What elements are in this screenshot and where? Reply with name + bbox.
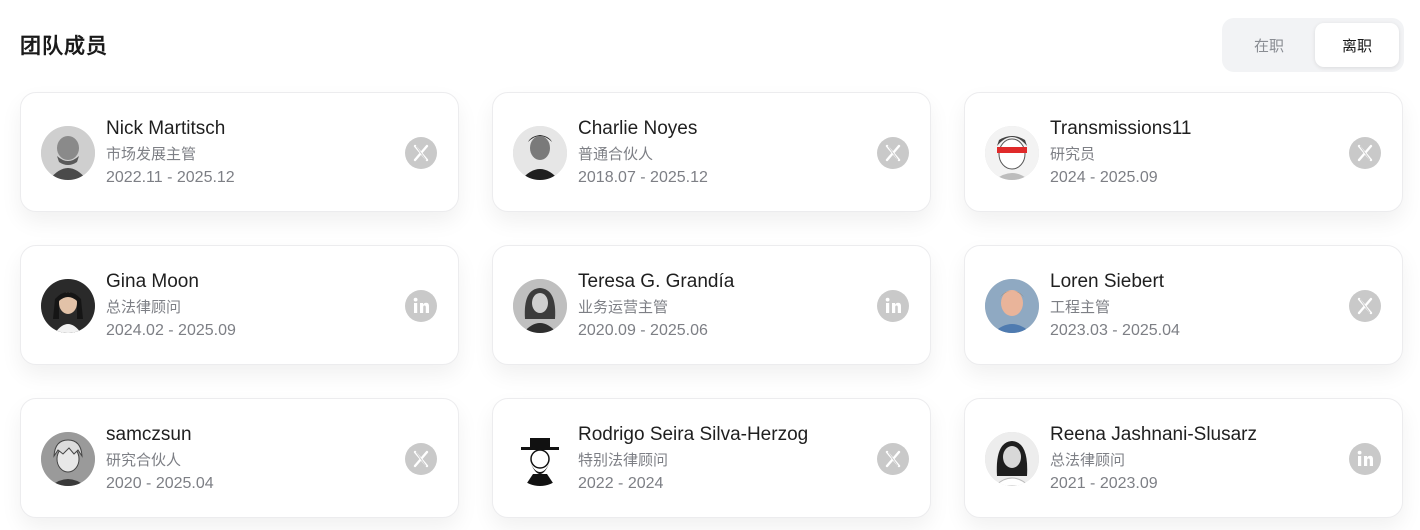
- linkedin-icon[interactable]: [877, 290, 909, 322]
- member-name: Teresa G. Grandía: [578, 271, 735, 292]
- member-role: 特别法律顾问: [578, 451, 669, 469]
- status-toggle: 在职 离职: [1222, 18, 1404, 72]
- page-title: 团队成员: [20, 34, 108, 58]
- member-name: Charlie Noyes: [578, 118, 698, 139]
- member-tenure: 2022 - 2024: [578, 475, 664, 492]
- x-icon[interactable]: [405, 443, 437, 475]
- x-icon[interactable]: [877, 443, 909, 475]
- avatar: [985, 279, 1039, 333]
- member-role: 市场发展主管: [106, 145, 197, 163]
- member-tenure: 2024.02 - 2025.09: [106, 322, 236, 339]
- member-name: Nick Martitsch: [106, 118, 226, 139]
- member-card: Charlie Noyes 普通合伙人 2018.07 - 2025.12: [492, 92, 931, 212]
- member-tenure: 2024 - 2025.09: [1050, 169, 1158, 186]
- member-role: 总法律顾问: [1050, 451, 1126, 469]
- member-role: 普通合伙人: [578, 145, 654, 163]
- member-card: Transmissions11 研究员 2024 - 2025.09: [964, 92, 1403, 212]
- avatar: [985, 126, 1039, 180]
- member-tenure: 2022.11 - 2025.12: [106, 169, 235, 186]
- member-tenure: 2023.03 - 2025.04: [1050, 322, 1180, 339]
- avatar: [41, 279, 95, 333]
- member-card: Loren Siebert 工程主管 2023.03 - 2025.04: [964, 245, 1403, 365]
- member-tenure: 2021 - 2023.09: [1050, 475, 1158, 492]
- member-card: samczsun 研究合伙人 2020 - 2025.04: [20, 398, 459, 518]
- x-icon[interactable]: [405, 137, 437, 169]
- member-tenure: 2020 - 2025.04: [106, 475, 214, 492]
- member-card: Rodrigo Seira Silva-Herzog 特别法律顾问 2022 -…: [492, 398, 931, 518]
- avatar: [513, 126, 567, 180]
- avatar: [513, 432, 567, 486]
- member-card: Teresa G. Grandía 业务运营主管 2020.09 - 2025.…: [492, 245, 931, 365]
- member-role: 研究合伙人: [106, 451, 182, 469]
- member-name: samczsun: [106, 424, 192, 445]
- member-name: Rodrigo Seira Silva-Herzog: [578, 424, 809, 445]
- x-icon[interactable]: [877, 137, 909, 169]
- member-name: Loren Siebert: [1050, 271, 1165, 292]
- linkedin-icon[interactable]: [405, 290, 437, 322]
- member-name: Reena Jashnani-Slusarz: [1050, 424, 1258, 445]
- member-card: Reena Jashnani-Slusarz 总法律顾问 2021 - 2023…: [964, 398, 1403, 518]
- x-icon[interactable]: [1349, 290, 1381, 322]
- member-role: 总法律顾问: [106, 298, 182, 316]
- avatar: [513, 279, 567, 333]
- member-grid: Nick Martitsch 市场发展主管 2022.11 - 2025.12 …: [20, 92, 1403, 518]
- avatar: [41, 126, 95, 180]
- member-tenure: 2018.07 - 2025.12: [578, 169, 708, 186]
- avatar: [985, 432, 1039, 486]
- member-name: Transmissions11: [1050, 118, 1192, 139]
- member-role: 研究员: [1050, 145, 1096, 163]
- tab-current-members[interactable]: 在职: [1227, 23, 1311, 67]
- member-card: Nick Martitsch 市场发展主管 2022.11 - 2025.12: [20, 92, 459, 212]
- tab-former-members[interactable]: 离职: [1315, 23, 1399, 67]
- linkedin-icon[interactable]: [1349, 443, 1381, 475]
- member-card: Gina Moon 总法律顾问 2024.02 - 2025.09: [20, 245, 459, 365]
- member-tenure: 2020.09 - 2025.06: [578, 322, 708, 339]
- x-icon[interactable]: [1349, 137, 1381, 169]
- member-role: 工程主管: [1050, 298, 1111, 316]
- member-name: Gina Moon: [106, 271, 199, 292]
- member-role: 业务运营主管: [578, 298, 669, 316]
- avatar: [41, 432, 95, 486]
